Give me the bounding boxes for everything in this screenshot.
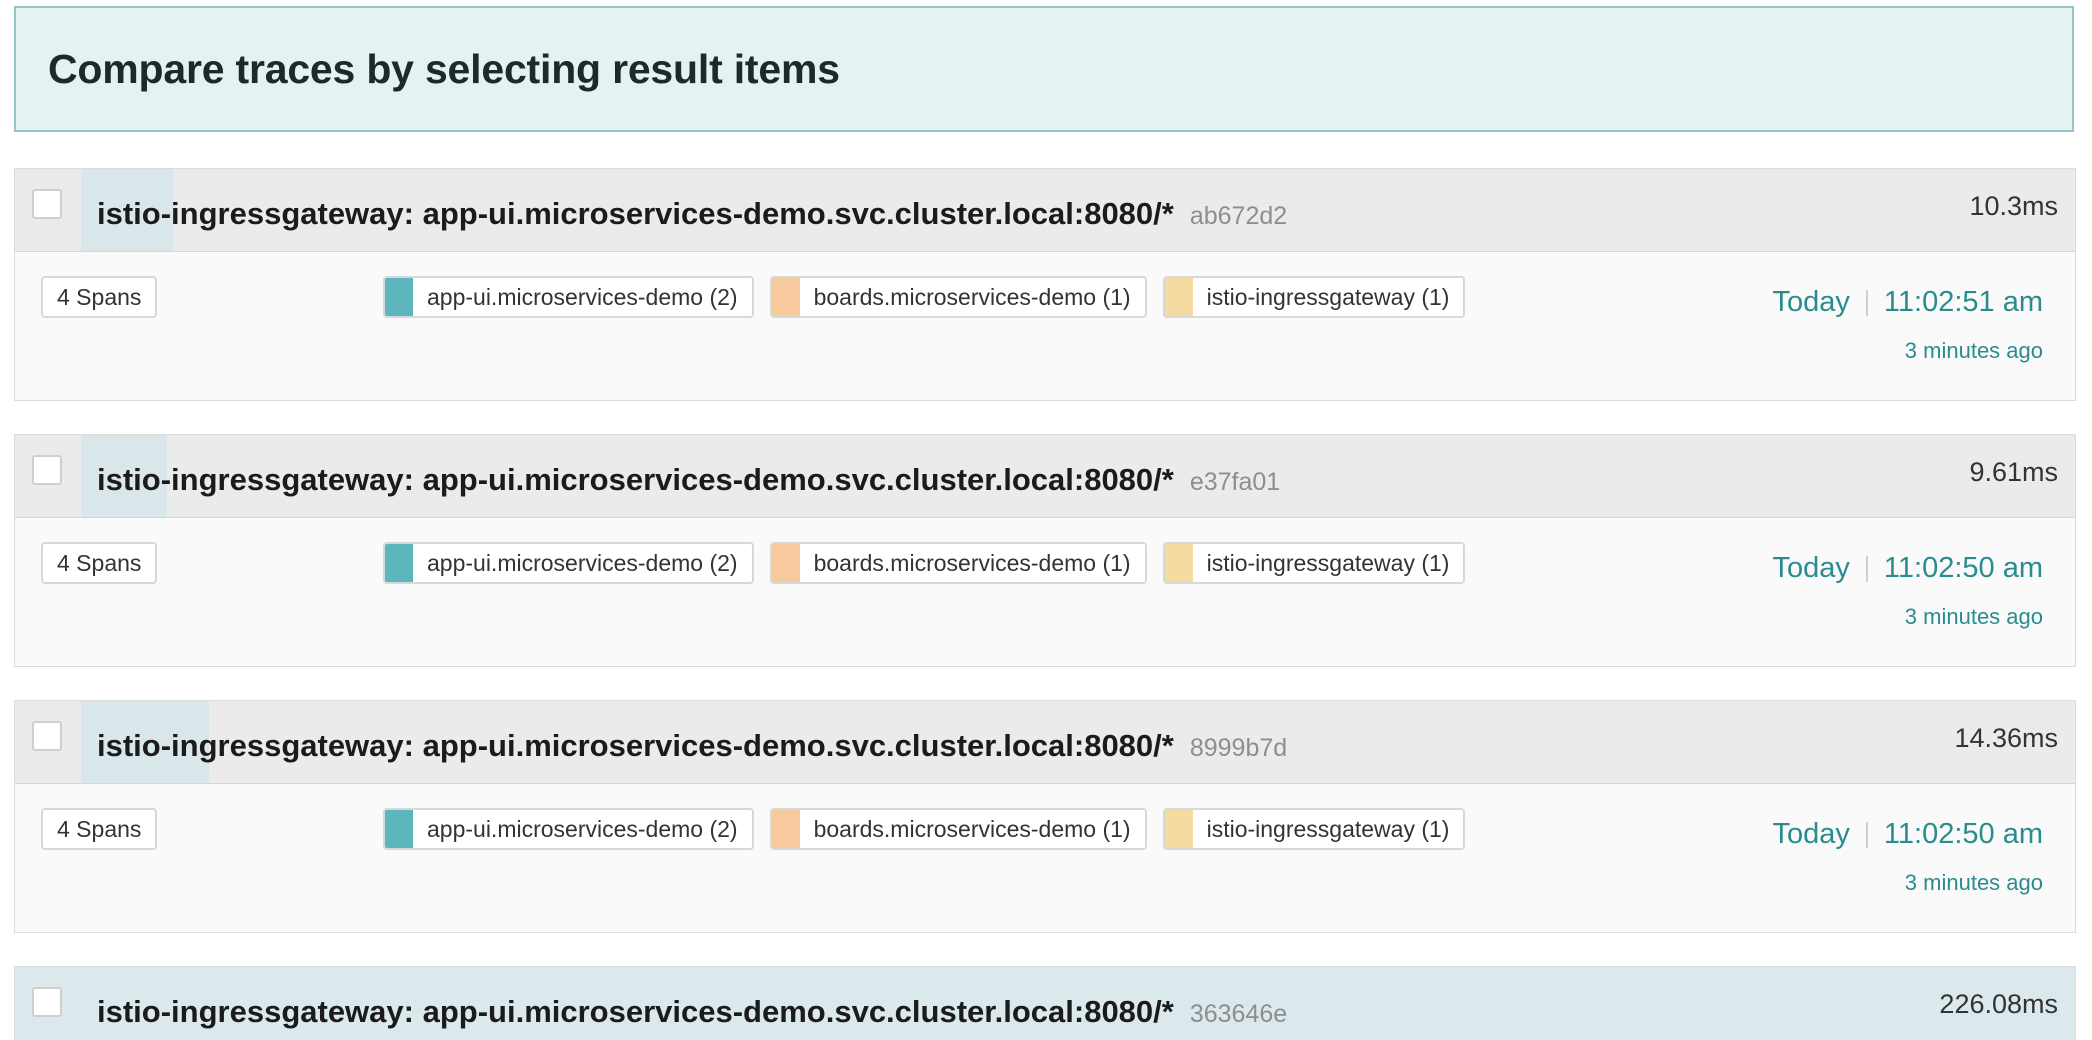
trace-time: 11:02:50 am [1883, 552, 2043, 584]
trace-day: Today [1772, 552, 1850, 584]
service-color-swatch [1164, 278, 1193, 316]
trace-title[interactable]: istio-ingressgateway: app-ui.microservic… [97, 701, 1287, 783]
trace-time: 11:02:50 am [1883, 818, 2043, 850]
service-tag: istio-ingressgateway (1) [1162, 276, 1466, 318]
trace-timestamp: Today 11:02:50 am [1773, 818, 2043, 851]
service-tag-label: istio-ingressgateway (1) [1206, 550, 1450, 576]
trace-header[interactable]: istio-ingressgateway: app-ui.microservic… [15, 435, 2075, 518]
timestamp-divider [1865, 555, 1868, 582]
service-color-swatch [385, 278, 413, 316]
trace-id: e37fa01 [1189, 467, 1281, 496]
timestamp-divider [1865, 821, 1868, 848]
span-count-badge: 4 Spans [41, 276, 158, 318]
trace-time: 11:02:51 am [1883, 286, 2043, 318]
trace-result-item[interactable]: istio-ingressgateway: app-ui.microservic… [14, 168, 2076, 401]
trace-day: Today [1772, 286, 1850, 318]
service-tag-label: istio-ingressgateway (1) [1206, 816, 1450, 842]
trace-timestamp: Today 11:02:50 am [1773, 552, 2043, 585]
service-color-swatch [1164, 544, 1193, 582]
trace-timestamp: Today 11:02:51 am [1773, 286, 2043, 319]
service-tag: app-ui.microservices-demo (2) [383, 542, 754, 584]
trace-name: istio-ingressgateway: app-ui.microservic… [97, 728, 1174, 763]
service-tag: boards.microservices-demo (1) [769, 276, 1147, 318]
service-tag: app-ui.microservices-demo (2) [383, 276, 754, 318]
trace-id: 8999b7d [1189, 733, 1288, 762]
service-tags: app-ui.microservices-demo (2) boards.mic… [383, 808, 1466, 850]
service-tag-label: app-ui.microservices-demo (2) [427, 816, 738, 842]
service-tag-label: app-ui.microservices-demo (2) [427, 550, 738, 576]
service-color-swatch [771, 544, 800, 582]
trace-relative-time: 3 minutes ago [1904, 870, 2043, 895]
service-color-swatch [771, 810, 800, 848]
service-tag: app-ui.microservices-demo (2) [383, 808, 754, 850]
trace-name: istio-ingressgateway: app-ui.microservic… [97, 462, 1174, 497]
service-tag-label: app-ui.microservices-demo (2) [427, 284, 738, 310]
trace-body[interactable]: 4 Spans app-ui.microservices-demo (2) bo… [15, 518, 2075, 666]
compare-checkbox[interactable] [32, 455, 62, 485]
service-tag-label: boards.microservices-demo (1) [813, 550, 1131, 576]
trace-name: istio-ingressgateway: app-ui.microservic… [97, 994, 1174, 1029]
service-tag: boards.microservices-demo (1) [769, 808, 1147, 850]
service-color-swatch [771, 278, 800, 316]
trace-relative-time: 3 minutes ago [1904, 338, 2043, 363]
trace-result-item[interactable]: istio-ingressgateway: app-ui.microservic… [14, 966, 2076, 1040]
trace-search-results: Compare traces by selecting result items… [0, 0, 2092, 1040]
service-tag-label: istio-ingressgateway (1) [1206, 284, 1450, 310]
compare-banner: Compare traces by selecting result items [14, 6, 2074, 132]
trace-duration: 226.08ms [1939, 989, 2058, 1019]
service-tag: istio-ingressgateway (1) [1162, 808, 1466, 850]
service-tag-label: boards.microservices-demo (1) [813, 284, 1131, 310]
trace-duration: 9.61ms [1969, 457, 2058, 487]
timestamp-divider [1865, 289, 1868, 316]
trace-duration: 14.36ms [1954, 723, 2058, 753]
span-count-badge: 4 Spans [41, 808, 158, 850]
span-count-badge: 4 Spans [41, 542, 158, 584]
compare-banner-title: Compare traces by selecting result items [48, 45, 840, 92]
trace-header[interactable]: istio-ingressgateway: app-ui.microservic… [15, 967, 2075, 1040]
trace-result-item[interactable]: istio-ingressgateway: app-ui.microservic… [14, 434, 2076, 667]
trace-title[interactable]: istio-ingressgateway: app-ui.microservic… [97, 435, 1280, 517]
compare-checkbox[interactable] [32, 721, 62, 751]
trace-header[interactable]: istio-ingressgateway: app-ui.microservic… [15, 169, 2075, 252]
trace-day: Today [1772, 818, 1850, 850]
service-color-swatch [1164, 810, 1193, 848]
compare-checkbox[interactable] [32, 189, 62, 219]
service-tag: istio-ingressgateway (1) [1162, 542, 1466, 584]
service-tags: app-ui.microservices-demo (2) boards.mic… [383, 542, 1466, 584]
trace-id: 363646e [1189, 999, 1288, 1028]
trace-title[interactable]: istio-ingressgateway: app-ui.microservic… [97, 967, 1287, 1040]
service-tag-label: boards.microservices-demo (1) [813, 816, 1131, 842]
trace-name: istio-ingressgateway: app-ui.microservic… [97, 196, 1174, 231]
trace-body[interactable]: 4 Spans app-ui.microservices-demo (2) bo… [15, 784, 2075, 932]
service-tags: app-ui.microservices-demo (2) boards.mic… [383, 276, 1466, 318]
trace-relative-time: 3 minutes ago [1904, 604, 2043, 629]
service-color-swatch [385, 544, 413, 582]
trace-header[interactable]: istio-ingressgateway: app-ui.microservic… [15, 701, 2075, 784]
service-tag: boards.microservices-demo (1) [769, 542, 1147, 584]
trace-title[interactable]: istio-ingressgateway: app-ui.microservic… [97, 169, 1287, 251]
trace-result-item[interactable]: istio-ingressgateway: app-ui.microservic… [14, 700, 2076, 933]
trace-duration: 10.3ms [1969, 191, 2058, 221]
trace-id: ab672d2 [1189, 201, 1288, 230]
compare-checkbox[interactable] [32, 987, 62, 1017]
service-color-swatch [385, 810, 413, 848]
trace-body[interactable]: 4 Spans app-ui.microservices-demo (2) bo… [15, 252, 2075, 400]
